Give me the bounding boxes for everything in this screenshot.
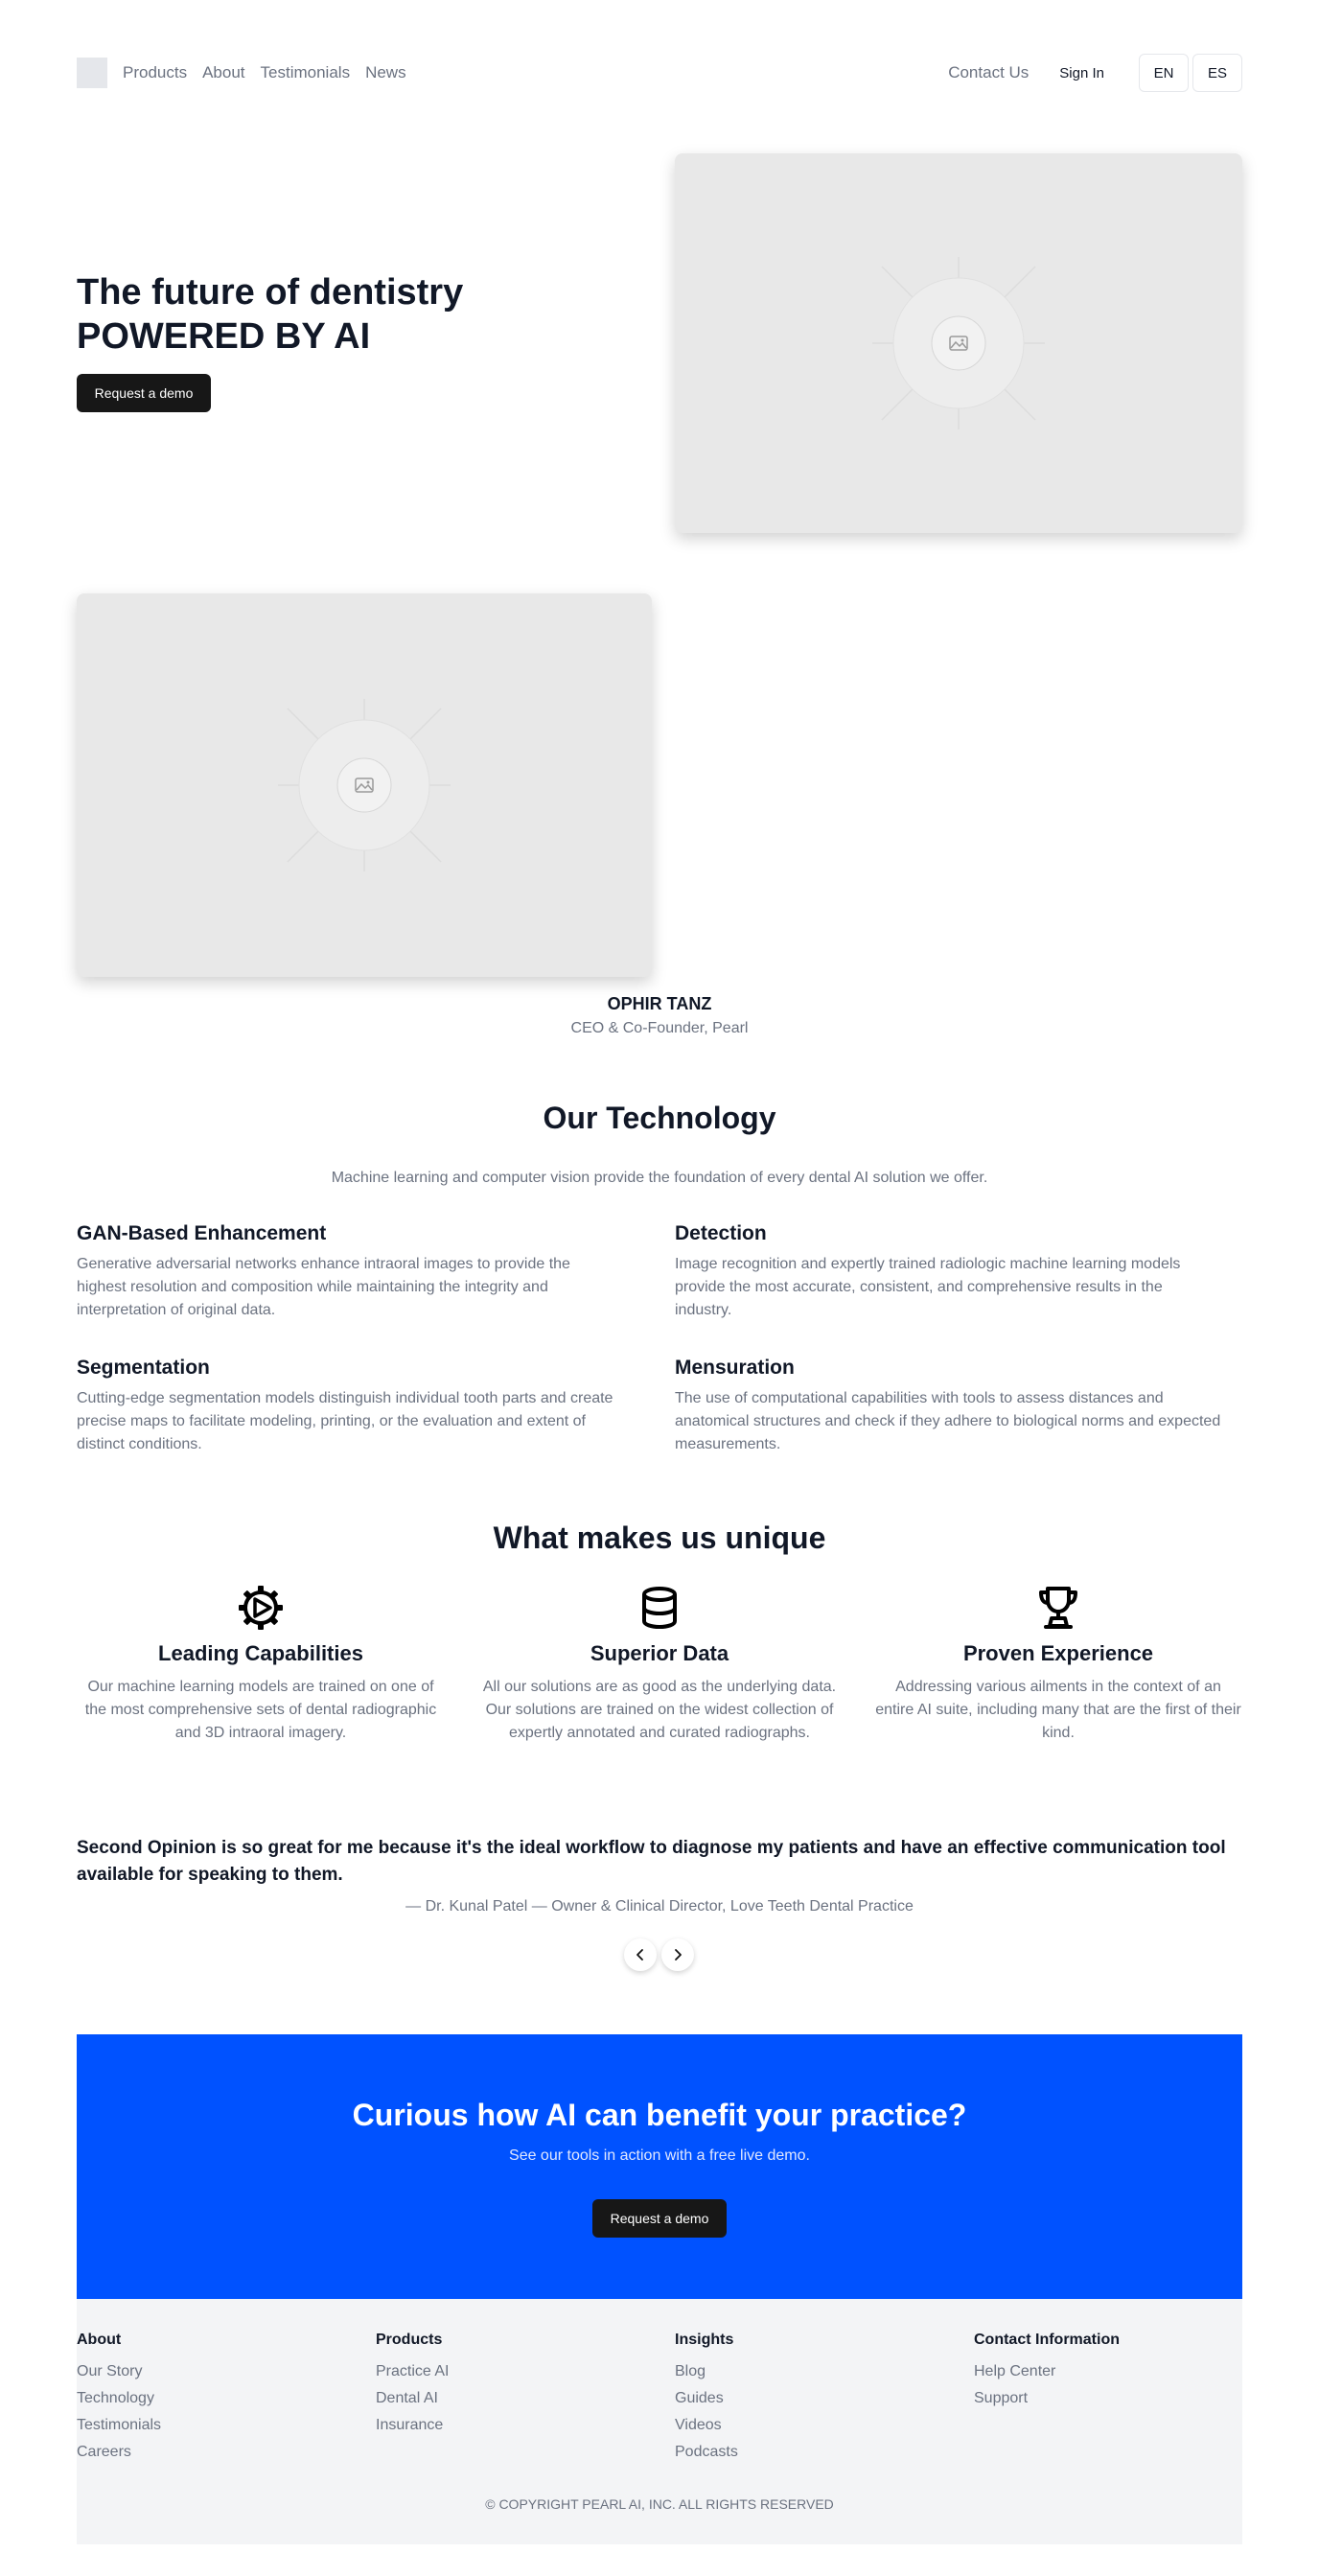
gear-play-icon — [239, 1586, 283, 1630]
testimonial-author: — Dr. Kunal Patel — Owner & Clinical Dir… — [405, 1898, 914, 1915]
copyright: © COPYRIGHT PEARL AI, INC. ALL RIGHTS RE… — [485, 2496, 834, 2512]
footer-link-support[interactable]: Support — [974, 2385, 1261, 2412]
technology-title: Our Technology — [543, 1101, 776, 1135]
unique-item-experience: Proven Experience Addressing various ail… — [874, 1584, 1242, 1745]
logo[interactable] — [77, 58, 107, 88]
founder-image-placeholder — [77, 593, 652, 977]
unique-item-text: Addressing various ailments in the conte… — [875, 1679, 1241, 1741]
nav-testimonials[interactable]: Testimonials — [261, 63, 351, 82]
tech-item-title: Mensuration — [675, 1357, 795, 1379]
cta-subtitle: See our tools in action with a free live… — [509, 2147, 810, 2164]
footer-column-products: Products Practice AI Dental AI Insurance — [376, 2332, 663, 2439]
hero-request-demo-button[interactable]: Request a demo — [77, 374, 211, 412]
footer-column-title: Insights — [675, 2332, 734, 2348]
hero-title-line-2: POWERED BY AI — [77, 316, 371, 357]
tech-item-text: Generative adversarial networks enhance … — [77, 1256, 570, 1318]
hero-image-placeholder — [675, 153, 1242, 533]
hero-title: The future of dentistry POWERED BY AI — [77, 270, 613, 359]
chevron-right-icon — [675, 1949, 682, 1961]
footer-link-our-story[interactable]: Our Story — [77, 2358, 364, 2385]
tech-item-text: Image recognition and expertly trained r… — [675, 1256, 1181, 1318]
footer-link-careers[interactable]: Careers — [77, 2439, 364, 2466]
footer-column-contact: Contact Information Help Center Support — [974, 2332, 1261, 2412]
unique-item-data: Superior Data All our solutions are as g… — [475, 1584, 844, 1745]
footer-link-insurance[interactable]: Insurance — [376, 2412, 663, 2439]
tech-item-title: GAN-Based Enhancement — [77, 1222, 327, 1244]
unique-item-text: All our solutions are as good as the und… — [482, 1679, 837, 1741]
tech-item-text: Cutting-edge segmentation models disting… — [77, 1390, 613, 1452]
footer-column-insights: Insights Blog Guides Videos Podcasts — [675, 2332, 962, 2466]
cta-section: Curious how AI can benefit your practice… — [77, 2034, 1242, 2299]
tech-item-title: Detection — [675, 1222, 767, 1244]
image-placeholder-icon — [278, 699, 451, 871]
cta-title: Curious how AI can benefit your practice… — [352, 2098, 967, 2132]
testimonial-quote: Second Opinion is so great for me becaus… — [77, 1838, 1226, 1885]
page: Products About Testimonials News Contact… — [0, 0, 1319, 2576]
tech-item-gan: GAN-Based Enhancement Generative adversa… — [77, 1222, 623, 1322]
language-en-button[interactable]: EN — [1139, 54, 1189, 92]
nav-about[interactable]: About — [202, 63, 244, 82]
footer-link-practice-ai[interactable]: Practice AI — [376, 2358, 663, 2385]
footer-column-title: Products — [376, 2332, 443, 2348]
nav-news[interactable]: News — [365, 63, 406, 82]
sign-in-link[interactable]: Sign In — [1059, 65, 1104, 81]
unique-item-title: Superior Data — [590, 1641, 729, 1665]
footer-link-technology[interactable]: Technology — [77, 2385, 364, 2412]
unique-item-title: Leading Capabilities — [158, 1641, 363, 1665]
tech-item-text: The use of computational capabilities wi… — [675, 1390, 1221, 1452]
footer-link-testimonials[interactable]: Testimonials — [77, 2412, 364, 2439]
site-footer: About Our Story Technology Testimonials … — [77, 2299, 1242, 2544]
hero-title-line-1: The future of dentistry — [77, 272, 464, 313]
footer-link-guides[interactable]: Guides — [675, 2385, 962, 2412]
unique-item-text: Our machine learning models are trained … — [84, 1679, 437, 1741]
testimonial-next-button[interactable] — [661, 1938, 694, 1971]
footer-column-about: About Our Story Technology Testimonials … — [77, 2332, 364, 2466]
founder-name: OPHIR TANZ — [607, 994, 712, 1013]
chevron-left-icon — [636, 1949, 643, 1961]
contact-us-link[interactable]: Contact Us — [948, 63, 1029, 82]
unique-item-title: Proven Experience — [962, 1641, 1154, 1665]
technology-subtitle: Machine learning and computer vision pro… — [331, 1170, 988, 1186]
tech-item-title: Segmentation — [77, 1357, 210, 1379]
founder-role: CEO & Co-Founder, Pearl — [570, 1020, 749, 1036]
unique-item-capabilities: Leading Capabilities Our machine learnin… — [77, 1584, 445, 1745]
tech-item-mensuration: Mensuration The use of computational cap… — [675, 1357, 1221, 1456]
footer-link-help-center[interactable]: Help Center — [974, 2358, 1261, 2385]
unique-title: What makes us unique — [493, 1520, 826, 1555]
trophy-icon — [1039, 1587, 1077, 1629]
cta-request-demo-button[interactable]: Request a demo — [592, 2199, 727, 2238]
footer-link-podcasts[interactable]: Podcasts — [675, 2439, 962, 2466]
footer-link-blog[interactable]: Blog — [675, 2358, 962, 2385]
site-header: Products About Testimonials News Contact… — [77, 54, 1242, 92]
image-placeholder-icon — [872, 257, 1045, 429]
header-left: Products About Testimonials News — [77, 58, 422, 88]
language-es-button[interactable]: ES — [1192, 54, 1242, 92]
testimonial-prev-button[interactable] — [624, 1938, 657, 1971]
footer-column-title: Contact Information — [974, 2332, 1120, 2348]
footer-column-title: About — [77, 2332, 122, 2348]
footer-link-videos[interactable]: Videos — [675, 2412, 962, 2439]
nav-products[interactable]: Products — [123, 63, 187, 82]
tech-item-detection: Detection Image recognition and expertly… — [675, 1222, 1221, 1322]
tech-item-segmentation: Segmentation Cutting-edge segmentation m… — [77, 1357, 623, 1456]
header-right: Contact Us Sign In EN ES — [948, 54, 1242, 92]
database-icon — [642, 1587, 677, 1630]
footer-link-dental-ai[interactable]: Dental AI — [376, 2385, 663, 2412]
